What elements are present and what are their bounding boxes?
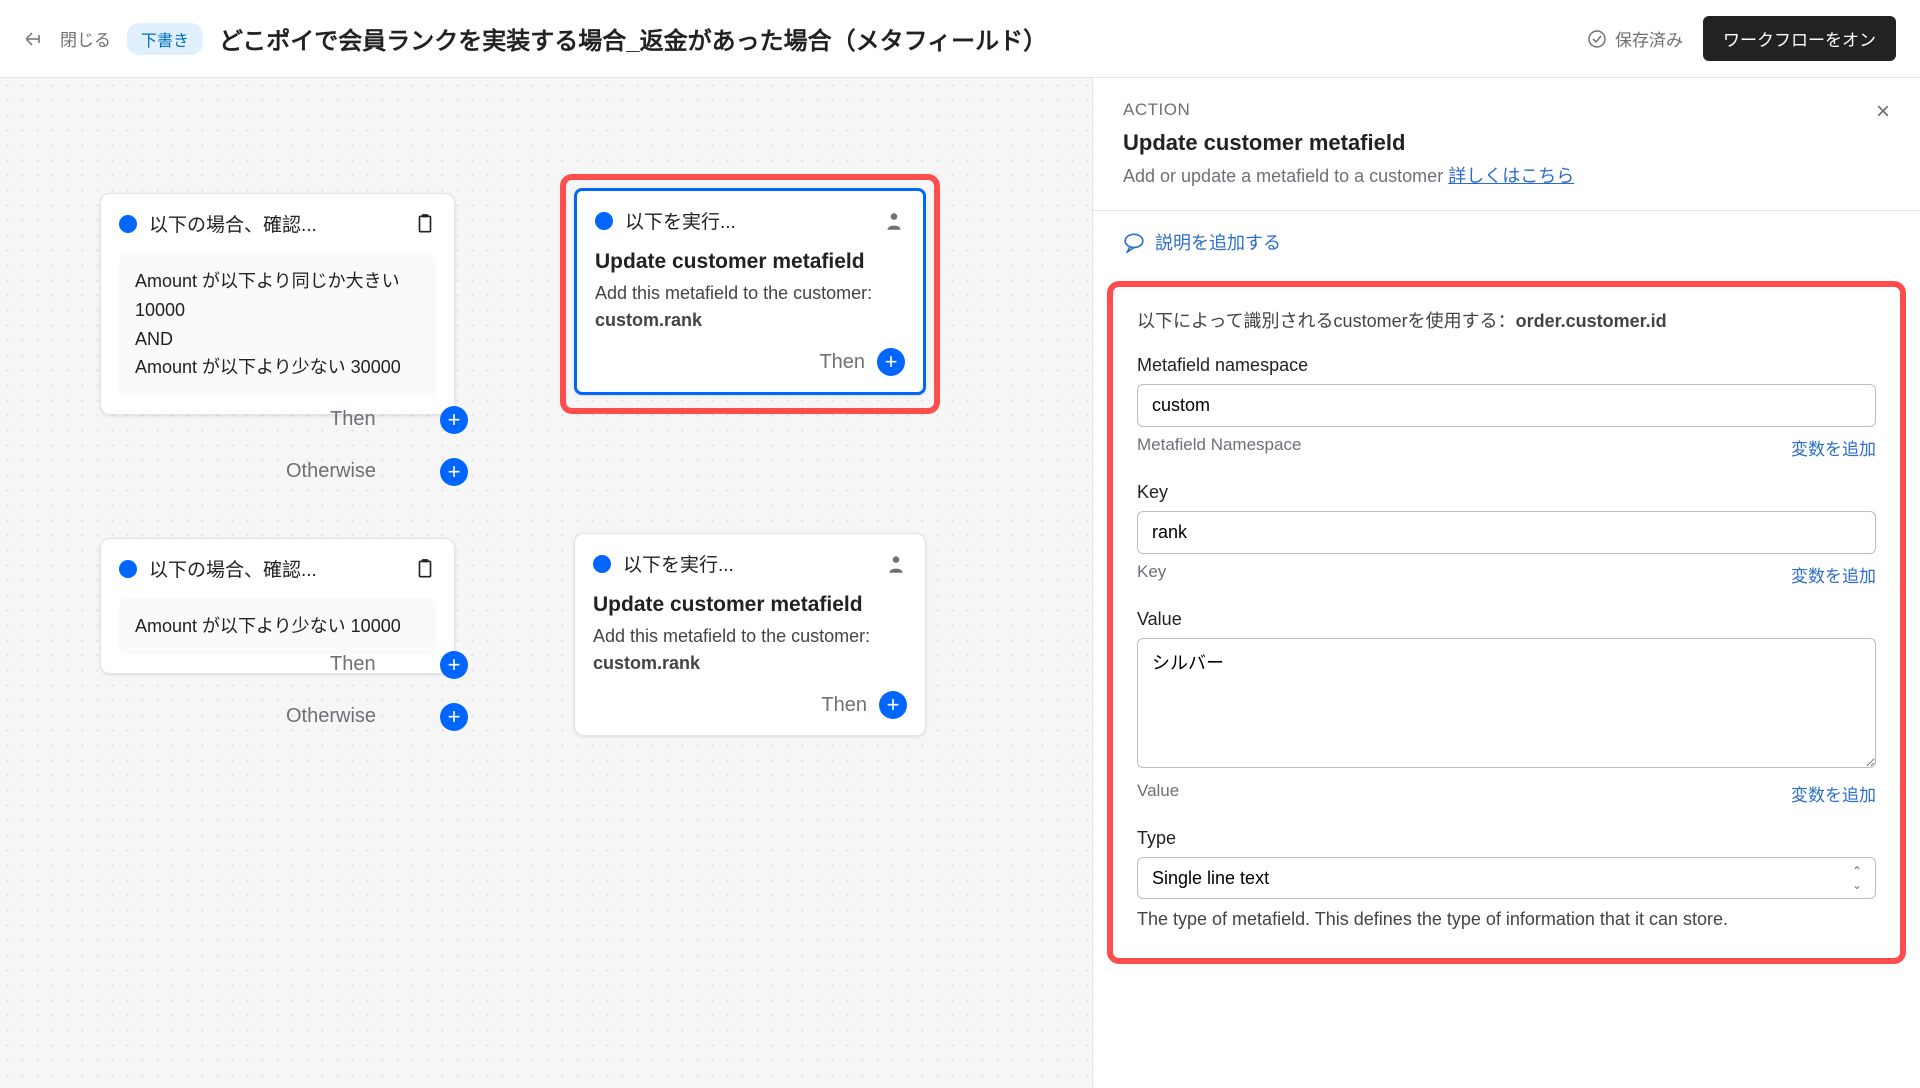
- otherwise-label: Otherwise: [286, 705, 376, 728]
- condition-node-2[interactable]: 以下の場合、確認... Amount が以下より少ない 10000: [100, 538, 455, 674]
- namespace-help: Metafield Namespace: [1137, 435, 1301, 460]
- add-then-button[interactable]: +: [440, 406, 468, 434]
- node-dot-icon: [119, 560, 137, 578]
- add-otherwise-button[interactable]: +: [440, 458, 468, 486]
- workflow-canvas[interactable]: 以下の場合、確認... Amount が以下より同じか大きい 10000 AND…: [0, 78, 1092, 1088]
- condition-text: Amount が以下より少ない 10000: [119, 598, 436, 655]
- close-panel-icon[interactable]: ×: [1876, 100, 1890, 124]
- action-title: Update customer metafield: [593, 593, 907, 617]
- action-namespace: custom.rank: [595, 307, 905, 334]
- node-title: 以下の場合、確認...: [149, 555, 402, 582]
- back-icon[interactable]: [24, 29, 44, 49]
- then-label: Then: [330, 653, 376, 676]
- turn-on-workflow-button[interactable]: ワークフローをオン: [1703, 16, 1896, 61]
- add-variable-link[interactable]: 変数を追加: [1791, 781, 1876, 806]
- node-title: 以下を実行...: [625, 207, 871, 234]
- key-help: Key: [1137, 562, 1166, 587]
- person-icon: [883, 210, 905, 232]
- action-namespace: custom.rank: [593, 650, 907, 677]
- comment-icon: [1123, 231, 1145, 253]
- type-help: The type of metafield. This defines the …: [1137, 909, 1876, 930]
- then-label: Then: [821, 694, 867, 717]
- condition-node-1[interactable]: 以下の場合、確認... Amount が以下より同じか大きい 10000 AND…: [100, 193, 455, 415]
- value-help: Value: [1137, 781, 1179, 806]
- clipboard-icon: [414, 558, 436, 580]
- page-title: どこポイで会員ランクを実装する場合_返金があった場合（メタフィールド）: [219, 21, 1047, 56]
- add-otherwise-button[interactable]: +: [440, 703, 468, 731]
- panel-section-label: ACTION: [1123, 100, 1574, 120]
- then-label: Then: [330, 408, 376, 431]
- otherwise-label: Otherwise: [286, 460, 376, 483]
- type-select[interactable]: Single line text: [1137, 857, 1876, 899]
- details-link[interactable]: 詳しくはこちら: [1448, 166, 1574, 186]
- checkmark-circle-icon: [1587, 29, 1607, 49]
- person-icon: [885, 553, 907, 575]
- action-subtitle: Add this metafield to the customer:: [595, 280, 905, 307]
- draft-badge: 下書き: [127, 23, 203, 55]
- action-sidebar: ACTION Update customer metafield Add or …: [1092, 78, 1920, 1088]
- value-label: Value: [1137, 609, 1876, 630]
- type-label: Type: [1137, 828, 1876, 849]
- app-header: 閉じる 下書き どこポイで会員ランクを実装する場合_返金があった場合（メタフィー…: [0, 0, 1920, 78]
- saved-text: 保存済み: [1615, 26, 1683, 51]
- node-dot-icon: [119, 215, 137, 233]
- add-variable-link[interactable]: 変数を追加: [1791, 435, 1876, 460]
- add-variable-link[interactable]: 変数を追加: [1791, 562, 1876, 587]
- identifier-text: 以下によって識別されるcustomerを使用する：order.customer.…: [1137, 307, 1876, 333]
- action-subtitle: Add this metafield to the customer:: [593, 623, 907, 650]
- action-node-1[interactable]: 以下を実行... Update customer metafield Add t…: [574, 188, 926, 395]
- namespace-input[interactable]: [1137, 384, 1876, 427]
- panel-title: Update customer metafield: [1123, 130, 1574, 156]
- add-then-button[interactable]: +: [440, 651, 468, 679]
- saved-status: 保存済み: [1587, 26, 1683, 51]
- add-description-button[interactable]: 説明を追加する: [1093, 211, 1920, 273]
- then-label: Then: [819, 351, 865, 374]
- clipboard-icon: [414, 213, 436, 235]
- form-highlight-area: 以下によって識別されるcustomerを使用する：order.customer.…: [1107, 281, 1906, 964]
- node-title: 以下の場合、確認...: [149, 210, 402, 237]
- condition-text: Amount が以下より同じか大きい 10000 AND Amount が以下よ…: [119, 253, 436, 396]
- panel-subtitle: Add or update a metafield to a customer …: [1123, 162, 1574, 188]
- value-textarea[interactable]: [1137, 638, 1876, 768]
- close-label[interactable]: 閉じる: [60, 26, 111, 51]
- key-input[interactable]: [1137, 511, 1876, 554]
- action-node-2[interactable]: 以下を実行... Update customer metafield Add t…: [574, 533, 926, 736]
- key-label: Key: [1137, 482, 1876, 503]
- node-title: 以下を実行...: [623, 550, 873, 577]
- namespace-label: Metafield namespace: [1137, 355, 1876, 376]
- node-dot-icon: [593, 555, 611, 573]
- node-dot-icon: [595, 212, 613, 230]
- add-step-button[interactable]: +: [879, 691, 907, 719]
- add-step-button[interactable]: +: [877, 348, 905, 376]
- action-title: Update customer metafield: [595, 250, 905, 274]
